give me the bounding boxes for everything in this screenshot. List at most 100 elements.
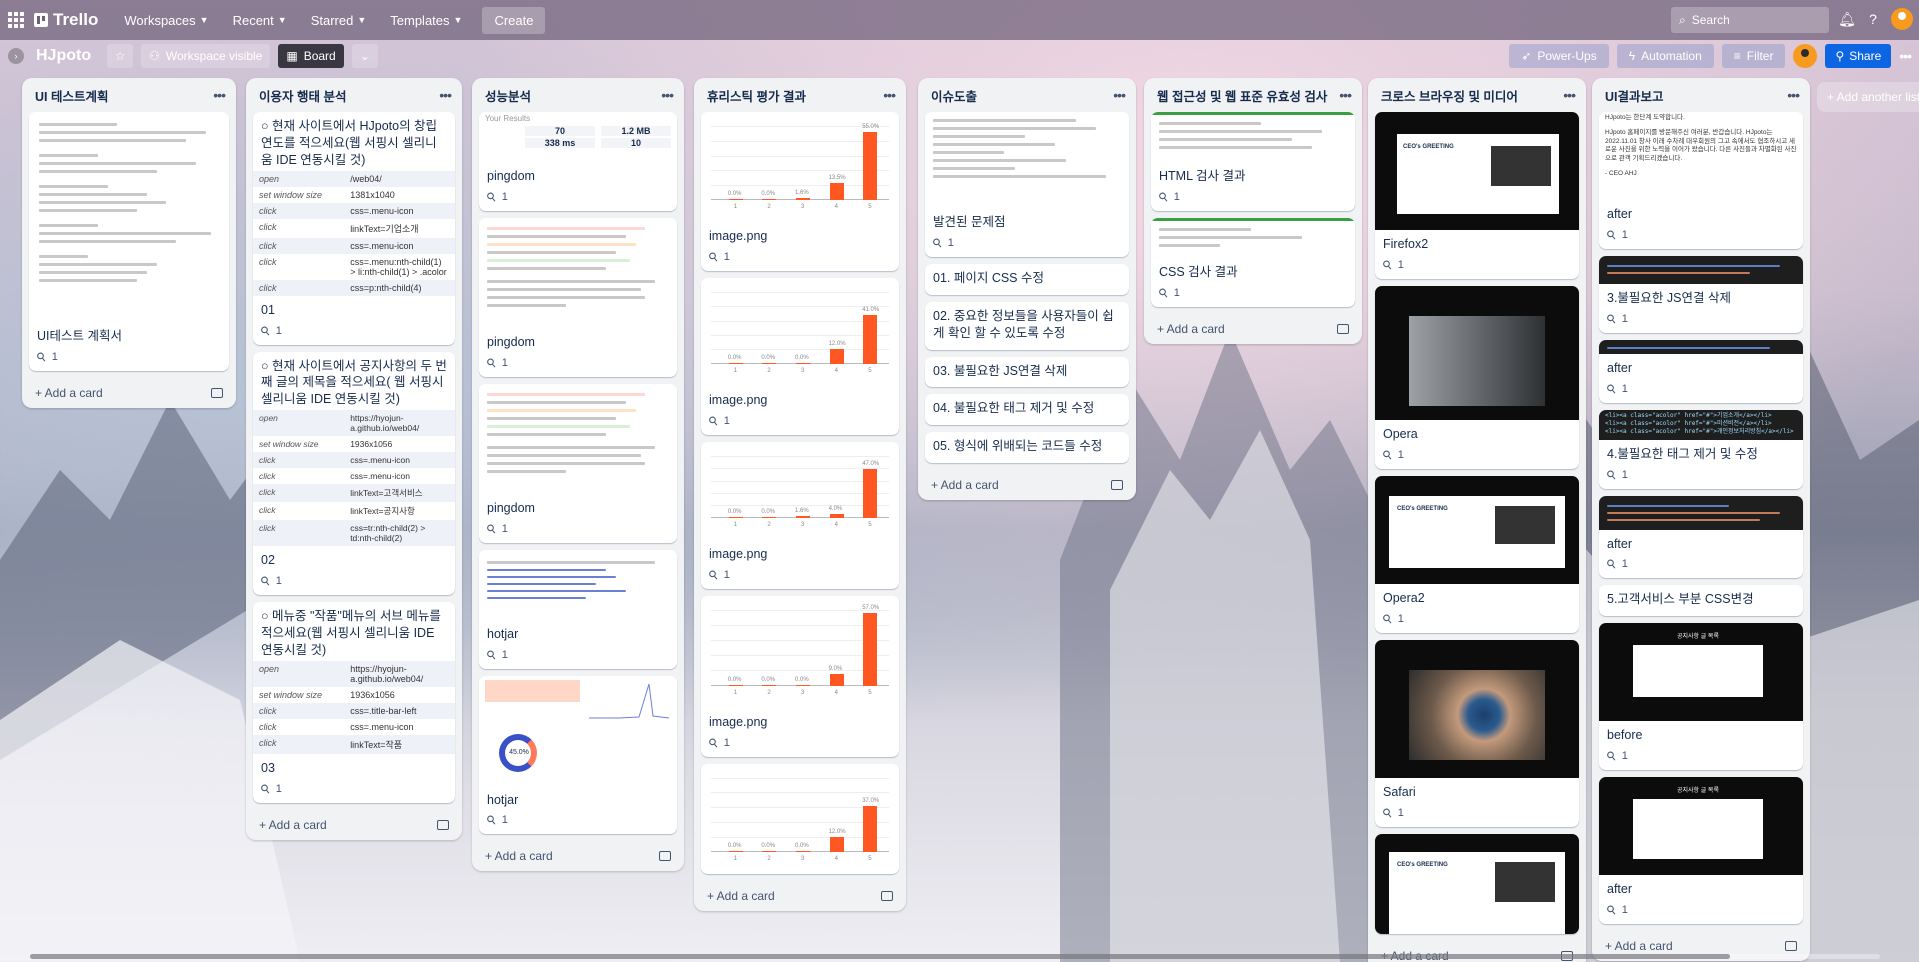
card-heuristic-chart-3[interactable]: 0.0% 1 0.0% 2 1.6% 3 4.0% 4 47.0% 5 image.png ⚲ 1 — [701, 441, 899, 589]
template-icon[interactable] — [1785, 941, 1797, 951]
card-js-removal[interactable]: 3.불필요한 JS연결 삭제 ⚲ 1 — [1599, 255, 1803, 333]
card-safari[interactable]: Safari ⚲ 1 — [1375, 639, 1579, 827]
create-button[interactable]: Create — [482, 6, 546, 34]
add-card-label: + Add a card — [707, 888, 775, 903]
add-card-button[interactable]: + Add a card — [479, 841, 677, 871]
template-icon[interactable] — [1111, 480, 1123, 491]
trello-logo[interactable]: Trello — [34, 10, 98, 30]
add-card-button[interactable]: + Add a card — [1151, 314, 1355, 344]
card-css-validation[interactable]: CSS 검사 결과 ⚲ 1 — [1151, 217, 1355, 307]
card-behavior-01[interactable]: ○ 현재 사이트에서 HJpoto의 창립 연도를 적으세요(웹 서핑시 셀리니… — [253, 112, 455, 345]
card-tag-removal[interactable]: <li><a class="acolor" href="#">기업소개</a><… — [1599, 409, 1803, 489]
workspaces-menu[interactable]: Workspaces ▼ — [114, 7, 218, 34]
list-performance: 성능분석 ••• Your Results 70 1.2 MB 338 ms 10… — [472, 78, 684, 872]
card-opera[interactable]: Opera ⚲ 1 — [1375, 285, 1579, 469]
add-card-button[interactable]: + Add a card — [253, 810, 455, 840]
card-pingdom-3[interactable]: pingdom ⚲ 1 — [479, 383, 677, 543]
help-icon[interactable]: ? — [1864, 10, 1882, 28]
more-menu-icon[interactable]: ••• — [1899, 48, 1912, 64]
list-title[interactable]: 이슈도출 — [931, 86, 977, 105]
card-behavior-02[interactable]: ○ 현재 사이트에서 공지사항의 두 번째 글의 제목을 적으세요( 웹 서핑시… — [253, 351, 455, 595]
list-title[interactable]: UI 테스트계획 — [35, 86, 108, 105]
step-command: click — [259, 505, 276, 516]
card-after-4[interactable]: 공지사항 글 목록 after ⚲ 1 — [1599, 777, 1803, 924]
list-title[interactable]: 크로스 브라우징 및 미디어 — [1381, 86, 1518, 105]
list-menu-icon[interactable]: ••• — [1113, 87, 1126, 103]
card-html-validation[interactable]: HTML 검사 결과 ⚲ 1 — [1151, 112, 1355, 211]
card-heuristic-chart-5[interactable]: 0.0% 1 0.0% 2 0.0% 3 12.0% 4 37.0% 5 — [701, 763, 899, 874]
template-icon[interactable] — [211, 387, 223, 398]
template-icon[interactable] — [881, 890, 893, 901]
list-title[interactable]: 성능분석 — [485, 86, 531, 105]
recent-menu[interactable]: Recent ▼ — [223, 7, 297, 34]
powerups-button[interactable]: ➶ Power-Ups — [1509, 44, 1609, 68]
donut-label: 45.0% — [509, 748, 529, 756]
card-firefox2[interactable]: CEO's GREETING Firefox2 ⚲ 1 — [1375, 112, 1579, 279]
filter-button[interactable]: ≡ Filter — [1721, 44, 1786, 68]
card-heuristic-chart-2[interactable]: 0.0% 1 0.0% 2 0.0% 3 12.0% 4 41.0% 5 image.png ⚲ 1 — [701, 277, 899, 435]
view-switcher-button[interactable]: ⌄ — [351, 44, 378, 68]
card-issue-01[interactable]: 01. 페이지 CSS 수정 — [925, 263, 1129, 295]
templates-menu[interactable]: Templates ▼ — [380, 7, 472, 34]
horizontal-scrollbar[interactable] — [30, 954, 1880, 959]
star-board-button[interactable]: ☆ — [107, 44, 134, 68]
card-found-issues[interactable]: 발견된 문제점 ⚲ 1 — [925, 112, 1129, 257]
automation-button[interactable]: ϟ Automation — [1616, 44, 1714, 68]
search-input[interactable]: ⌕ Search — [1671, 7, 1829, 33]
add-card-button[interactable]: + Add a card — [701, 881, 899, 911]
card-issue-04[interactable]: 04. 불필요한 태그 제거 및 수정 — [925, 394, 1129, 426]
list-menu-icon[interactable]: ••• — [661, 87, 674, 103]
card-heuristic-chart-4[interactable]: 0.0% 1 0.0% 2 0.0% 3 9.0% 4 57.0% 5 image.png ⚲ 1 — [701, 595, 899, 757]
card-css-change[interactable]: 5.고객서비스 부분 CSS변경 — [1599, 585, 1803, 617]
list-menu-icon[interactable]: ••• — [213, 87, 226, 103]
card-behavior-03[interactable]: ○ 메뉴중 "작품"메뉴의 서브 메뉴를 적으세요(웹 서핑시 셀리니움 IDE… — [253, 602, 455, 803]
card-pingdom-2[interactable]: pingdom ⚲ 1 — [479, 217, 677, 377]
share-button[interactable]: ⚲ Share — [1825, 44, 1892, 68]
app-switcher-icon[interactable] — [8, 12, 24, 28]
card-description: ○ 현재 사이트에서 HJpoto의 창립 연도를 적으세요(웹 서핑시 셀리니… — [261, 119, 438, 167]
list-title[interactable]: UI결과보고 — [1605, 86, 1664, 105]
card-after-2[interactable]: after ⚲ 1 — [1599, 339, 1803, 403]
list-menu-icon[interactable]: ••• — [1787, 87, 1800, 103]
card-issue-02[interactable]: 02. 중요한 정보들을 사용자들이 쉽게 확인 할 수 있도록 수정 — [925, 301, 1129, 350]
people-icon: ⚇ — [149, 49, 160, 63]
list-menu-icon[interactable]: ••• — [1339, 87, 1352, 103]
card-pingdom-1[interactable]: Your Results 70 1.2 MB 338 ms 10 pingdom… — [479, 112, 677, 211]
card-after-intro[interactable]: HJpoto는 한단계 도약합니다. HJpoto 홈페이지를 방문해주신 여러… — [1599, 112, 1803, 249]
card-before[interactable]: 공지사항 글 목록 before ⚲ 1 — [1599, 623, 1803, 771]
card-after-3[interactable]: after ⚲ 1 — [1599, 495, 1803, 579]
notifications-icon[interactable]: 🔔︎ — [1838, 10, 1856, 28]
card-hotjar-1[interactable]: hotjar ⚲ 1 — [479, 549, 677, 669]
add-list-button[interactable]: + Add another list — [1817, 82, 1919, 112]
add-card-button[interactable]: + Add a card — [925, 470, 1129, 500]
card-issue-05[interactable]: 05. 형식에 위배되는 코드들 수정 — [925, 432, 1129, 464]
board-title[interactable]: HJpoto — [36, 47, 91, 65]
scrollbar-thumb[interactable] — [30, 954, 1730, 959]
list-menu-icon[interactable]: ••• — [1563, 87, 1576, 103]
member-avatar[interactable] — [1793, 44, 1818, 68]
list-menu-icon[interactable]: ••• — [439, 87, 452, 103]
card-hotjar-2[interactable]: 45.0% hotjar ⚲ 1 — [479, 675, 677, 835]
card-ui-test-plan[interactable]: UI테스트 계획서 ⚲ 1 — [29, 112, 229, 371]
template-icon[interactable] — [437, 819, 449, 830]
card-issue-03[interactable]: 03. 불필요한 JS연결 삭제 — [925, 356, 1129, 388]
card-title: image.png — [709, 714, 768, 729]
template-icon[interactable] — [659, 851, 671, 862]
list-title[interactable]: 이용자 행태 분석 — [259, 86, 346, 105]
paperclip-icon: ⚲ — [33, 348, 50, 366]
card-opera2[interactable]: CEO's GREETING Opera2 ⚲ 1 — [1375, 475, 1579, 633]
list-menu-icon[interactable]: ••• — [883, 87, 896, 103]
board-view-button[interactable]: ▦ Board — [278, 44, 344, 68]
visibility-button[interactable]: ⚇ Workspace visible — [141, 44, 271, 68]
add-card-button[interactable]: + Add a card — [29, 378, 229, 408]
starred-menu[interactable]: Starred ▼ — [301, 7, 377, 34]
card-heuristic-chart-1[interactable]: 0.0% 1 0.0% 2 1.6% 3 13.5% 4 55.0% 5 image.png ⚲ 1 — [701, 112, 899, 271]
template-icon[interactable] — [1337, 323, 1349, 334]
account-avatar[interactable] — [1891, 8, 1913, 30]
list-title[interactable]: 휴리스틱 평가 결과 — [707, 86, 806, 105]
attachment-badge: ⚲ 1 — [701, 411, 899, 435]
card-browser-5[interactable]: CEO's GREETING — [1375, 833, 1579, 934]
x-tick-label: 2 — [767, 367, 771, 374]
list-title[interactable]: 웹 접근성 및 웹 표준 유효성 검사 — [1157, 86, 1327, 105]
sidebar-toggle-icon[interactable]: › — [8, 48, 24, 64]
